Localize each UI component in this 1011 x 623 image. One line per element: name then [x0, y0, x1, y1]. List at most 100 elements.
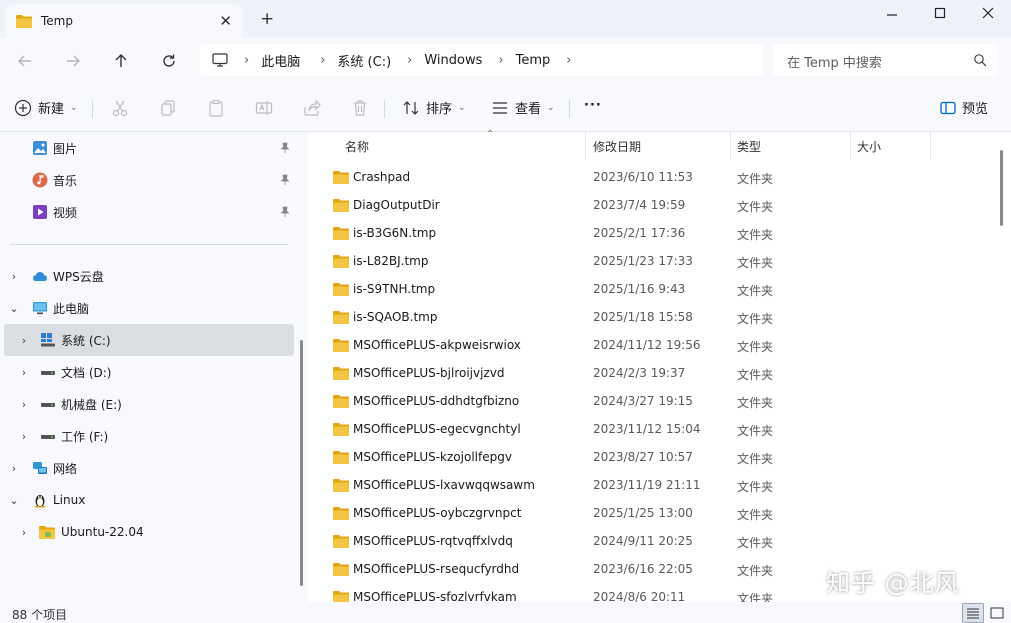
tab-temp[interactable]: Temp ✕: [6, 4, 242, 38]
pictures-icon: [33, 141, 47, 155]
copy-icon[interactable]: [159, 99, 177, 117]
folder-icon: [333, 171, 349, 184]
table-row[interactable]: MSOfficePLUS-ddhdtgfbizno 2024/3/27 19:15…: [328, 387, 988, 415]
sidebar-item-label: 音乐: [53, 173, 78, 188]
chevron-right-icon[interactable]: ›: [19, 430, 29, 443]
breadcrumb-this-pc[interactable]: 此电脑: [261, 51, 300, 70]
new-button[interactable]: 新建 ⌄: [14, 98, 78, 117]
sidebar-scrollbar[interactable]: [300, 340, 303, 586]
sidebar-item-label: 网络: [53, 461, 78, 476]
sidebar-item-label: Ubuntu-22.04: [61, 525, 144, 539]
table-row[interactable]: MSOfficePLUS-akpweisrwiox 2024/11/12 19:5…: [328, 331, 988, 359]
chevron-down-icon[interactable]: ⌄: [9, 494, 19, 507]
delete-icon[interactable]: [351, 99, 369, 117]
file-name: DiagOutputDir: [353, 198, 440, 212]
table-row[interactable]: DiagOutputDir 2023/7/4 19:59 文件夹: [328, 191, 988, 219]
sidebar-item-work-f[interactable]: › 工作 (F:): [0, 420, 294, 452]
preview-pane-button[interactable]: 预览: [940, 98, 988, 117]
plus-circle-icon: [14, 99, 32, 116]
sidebar-item-label: 此电脑: [53, 301, 90, 316]
table-row[interactable]: Crashpad 2023/6/10 11:53 文件夹: [328, 163, 988, 191]
maximize-button[interactable]: [917, 0, 963, 26]
sidebar-item-mechanical-e[interactable]: › 机械盘 (E:): [0, 388, 294, 420]
chevron-right-icon[interactable]: ›: [9, 270, 19, 283]
new-tab-button[interactable]: +: [260, 9, 274, 29]
sort-button[interactable]: 排序 ⌄: [402, 98, 466, 117]
column-header-size[interactable]: 大小: [851, 132, 931, 160]
view-button[interactable]: 查看 ⌄: [491, 98, 555, 117]
sidebar-item-pictures[interactable]: 图片: [0, 132, 294, 164]
sidebar-item-label: 系统 (C:): [61, 333, 111, 348]
breadcrumb-chevron-icon[interactable]: ›: [407, 53, 412, 68]
cut-icon[interactable]: [111, 99, 129, 117]
more-options-button[interactable]: ···: [584, 98, 602, 113]
search-icon: [974, 54, 987, 67]
pin-icon[interactable]: [279, 174, 291, 186]
search-input[interactable]: 在 Temp 中搜索: [773, 44, 999, 76]
sidebar-item-music[interactable]: 音乐: [0, 164, 294, 196]
table-row[interactable]: MSOfficePLUS-rqtvqffxlvdq 2024/9/11 20:25…: [328, 527, 988, 555]
forward-button[interactable]: [61, 50, 85, 72]
table-row[interactable]: MSOfficePLUS-kzojollfepgv 2023/8/27 10:57…: [328, 443, 988, 471]
back-button[interactable]: [13, 50, 37, 72]
sidebar-item-documents-d[interactable]: › 文档 (D:): [0, 356, 294, 388]
rename-icon[interactable]: [255, 99, 273, 117]
table-row[interactable]: is-B3G6N.tmp 2025/2/1 17:36 文件夹: [328, 219, 988, 247]
command-bar: 新建 ⌄ 排序 ⌄ 查看 ⌄ ··· 预览: [0, 84, 1011, 132]
table-row[interactable]: MSOfficePLUS-lxavwqqwsawm 2023/11/19 21:1…: [328, 471, 988, 499]
breadcrumb-chevron-icon[interactable]: ›: [498, 53, 503, 68]
address-bar[interactable]: › 此电脑 › 系统 (C:) › Windows › Temp ›: [200, 44, 763, 76]
table-row[interactable]: MSOfficePLUS-bjlroijvjzvd 2024/2/3 19:37 文…: [328, 359, 988, 387]
breadcrumb-windows[interactable]: Windows: [424, 53, 482, 68]
minimize-button[interactable]: [869, 0, 915, 26]
column-header-label: 名称: [345, 139, 370, 154]
chevron-right-icon[interactable]: ›: [19, 398, 29, 411]
paste-icon[interactable]: [207, 99, 225, 117]
breadcrumb-chevron-icon[interactable]: ›: [244, 53, 249, 68]
chevron-right-icon[interactable]: ›: [19, 334, 29, 347]
file-name: is-SQAOB.tmp: [353, 310, 438, 324]
share-icon[interactable]: [303, 99, 321, 117]
pin-icon[interactable]: [279, 142, 291, 154]
breadcrumb-system-c[interactable]: 系统 (C:): [337, 51, 391, 70]
close-window-button[interactable]: [965, 0, 1011, 26]
tiles-view-button[interactable]: [986, 603, 1008, 623]
refresh-button[interactable]: [157, 50, 181, 72]
column-header-date[interactable]: 修改日期: [586, 132, 731, 160]
close-tab-icon[interactable]: ✕: [219, 12, 232, 30]
file-name: MSOfficePLUS-egecvgnchtyl: [353, 422, 521, 436]
up-button[interactable]: [109, 50, 133, 72]
folder-icon: [333, 339, 349, 352]
table-row[interactable]: MSOfficePLUS-oybczgrvnpct 2025/1/25 13:00…: [328, 499, 988, 527]
pin-icon[interactable]: [279, 206, 291, 218]
folder-icon: [16, 15, 32, 28]
sidebar-item-videos[interactable]: 视频: [0, 196, 294, 228]
breadcrumb-chevron-icon[interactable]: ›: [566, 53, 571, 68]
sidebar-item-network[interactable]: › 网络: [0, 452, 294, 484]
table-row[interactable]: is-SQAOB.tmp 2025/1/18 15:58 文件夹: [328, 303, 988, 331]
column-header-name[interactable]: 名称 ⌃: [336, 129, 586, 160]
chevron-down-icon[interactable]: ⌄: [9, 302, 19, 315]
arrow-up-icon: [115, 54, 127, 67]
sidebar-item-wps-cloud[interactable]: › WPS云盘: [0, 260, 294, 292]
chevron-right-icon[interactable]: ›: [19, 526, 29, 539]
table-row[interactable]: MSOfficePLUS-egecvgnchtyl 2023/11/12 15:0…: [328, 415, 988, 443]
breadcrumb-chevron-icon[interactable]: ›: [320, 53, 325, 68]
linux-icon: [34, 495, 46, 508]
file-date: 2024/11/12 19:56: [593, 338, 701, 352]
breadcrumb-temp[interactable]: Temp: [516, 53, 551, 68]
table-row[interactable]: is-S9TNH.tmp 2025/1/16 9:43 文件夹: [328, 275, 988, 303]
file-type: 文件夹: [737, 284, 774, 298]
table-row[interactable]: is-L82BJ.tmp 2025/1/23 17:33 文件夹: [328, 247, 988, 275]
details-view-button[interactable]: [962, 603, 984, 623]
sidebar-item-this-pc[interactable]: ⌄ 此电脑: [0, 292, 294, 324]
chevron-right-icon[interactable]: ›: [9, 462, 19, 475]
column-header-type[interactable]: 类型: [731, 132, 851, 160]
sidebar-item-system-c[interactable]: › 系统 (C:): [4, 324, 294, 356]
sidebar-item-ubuntu[interactable]: › Ubuntu-22.04: [0, 516, 294, 548]
this-pc-icon: [33, 302, 47, 315]
file-list-scrollbar[interactable]: [1000, 150, 1003, 226]
chevron-right-icon[interactable]: ›: [19, 366, 29, 379]
sidebar-item-linux[interactable]: ⌄ Linux: [0, 484, 294, 516]
file-name: MSOfficePLUS-kzojollfepgv: [353, 450, 512, 464]
